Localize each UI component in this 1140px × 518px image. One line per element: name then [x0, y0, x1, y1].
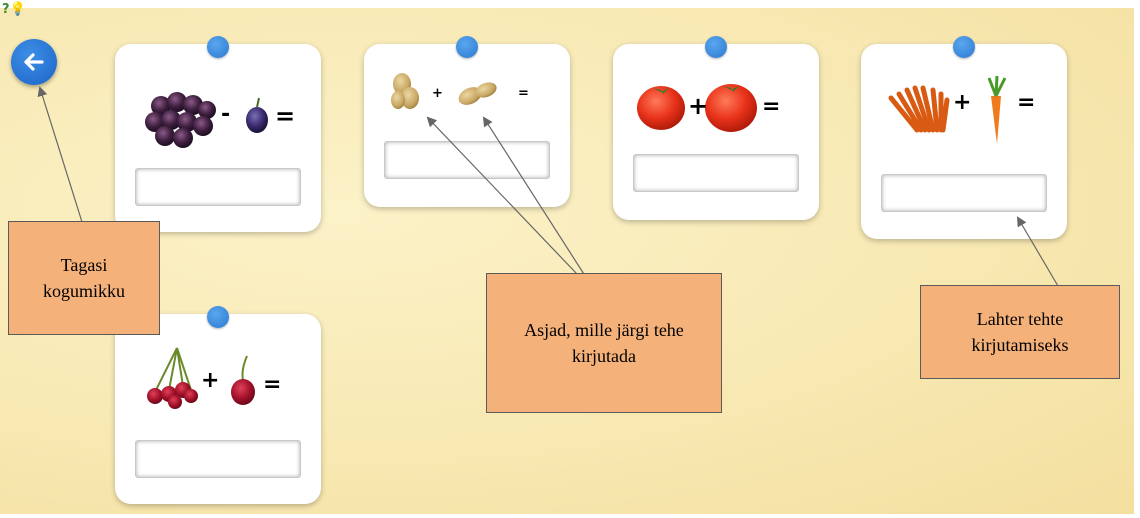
- callout-field-text: Lahter tehte kirjutamiseks: [971, 309, 1069, 355]
- callout-things-text: Asjad, mille järgi tehe kirjutada: [524, 320, 684, 366]
- callout-field: Lahter tehte kirjutamiseks: [920, 285, 1120, 379]
- callout-back-text: Tagasi kogumikku: [42, 255, 125, 301]
- callout-things: Asjad, mille järgi tehe kirjutada: [486, 273, 722, 413]
- callout-back: Tagasi kogumikku: [8, 221, 160, 335]
- annotation-arrows: [37, 86, 1059, 297]
